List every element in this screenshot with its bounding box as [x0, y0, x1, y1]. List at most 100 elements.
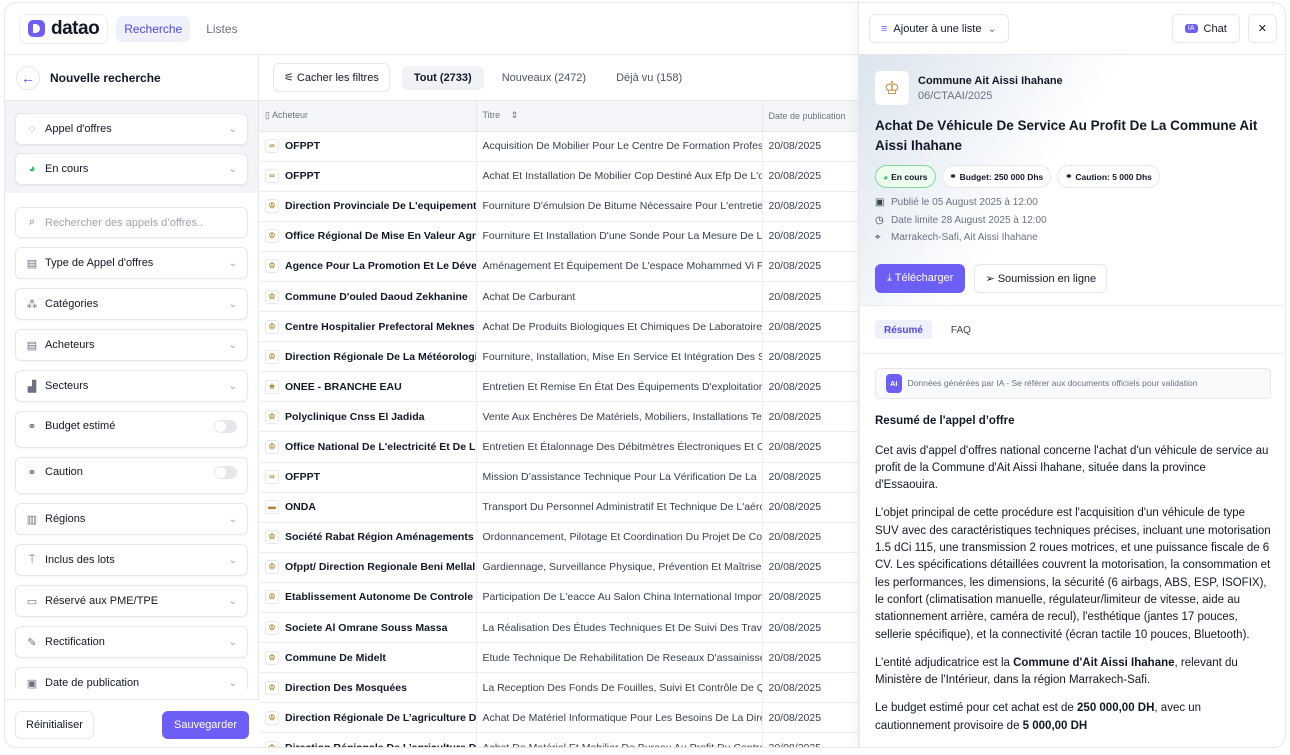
table-row[interactable]: ♔ Agence Pour La Promotion Et Le Développ… — [259, 251, 860, 282]
date-cell: 20/08/2025 — [762, 311, 860, 343]
chevron-down-icon: ⌄ — [228, 163, 237, 175]
type-select[interactable]: ◌ Appel d'offres ⌄ — [15, 113, 248, 145]
table-row[interactable]: ♔ Direction Des Mosquées La Reception Des … — [259, 672, 860, 704]
tab-all[interactable]: Tout (2733) — [401, 65, 484, 90]
buyer-name: Centre Hospitalier Prefectoral Meknes — [285, 320, 475, 333]
buyer-cell: ♔ Centre Hospitalier Prefectoral Meknes — [259, 311, 477, 343]
download-button[interactable]: ⤓ Télécharger — [875, 263, 966, 293]
save-button[interactable]: Sauvegarder — [162, 710, 249, 739]
filter-rectification[interactable]: ✎ Rectification ⌄ — [15, 626, 248, 658]
status-pie-icon: ◕ — [883, 171, 889, 182]
filter-date-de-publication[interactable]: ▣ Date de publication ⌄ — [15, 667, 248, 689]
filter-caution[interactable]: ⚭ Caution — [15, 457, 248, 494]
date-cell: 20/08/2025 — [762, 371, 860, 403]
date-cell: 20/08/2025 — [762, 191, 860, 222]
filter-cat-gories[interactable]: ⁂ Catégories ⌄ — [15, 288, 248, 320]
map-pin-icon: ⌖ — [875, 232, 881, 243]
filter-secteurs[interactable]: ▟ Secteurs ⌄ — [15, 370, 248, 402]
toggle-switch[interactable] — [214, 466, 237, 479]
buyer-logo-icon: ♔ — [265, 439, 279, 454]
chevron-down-icon: ⌄ — [228, 595, 237, 607]
column-header-title[interactable]: Titre ⇕ — [476, 101, 763, 132]
coins-icon: ⚭ — [27, 421, 37, 433]
nav-tab-listes[interactable]: Listes — [198, 16, 245, 42]
buyer-name: Commune De Midelt — [285, 651, 386, 664]
filter-acheteurs[interactable]: ▤ Acheteurs ⌄ — [15, 329, 248, 361]
hide-filters-button[interactable]: ⚟ Cacher les filtres — [273, 63, 390, 92]
table-row[interactable]: ♔ Commune D'ouled Daoud Zekhanine Achat De… — [259, 281, 860, 313]
title-cell: Achat Et Installation De Mobilier Cop De… — [476, 161, 763, 192]
buyer-name: Direction Des Mosquées — [285, 681, 407, 694]
buyer-header-label: Acheteur — [271, 110, 308, 121]
filter-list: ⌕ Rechercher des appels d’offres.. ▤ Type … — [5, 193, 258, 689]
ai-notice: AI Données générées par IA - Se référer a… — [875, 368, 1271, 400]
filter-r-gions[interactable]: ▥ Régions ⌄ — [15, 503, 248, 535]
text: Le budget estimé pour cet achat est de — [875, 702, 1078, 715]
sort-icon[interactable]: ⇕ — [511, 110, 519, 120]
filter-type-de-appel-d-offres[interactable]: ▤ Type de Appel d'offres ⌄ — [15, 247, 248, 279]
back-arrow-icon[interactable]: ← — [16, 65, 40, 90]
column-header-date[interactable]: Date de publication — [762, 101, 860, 132]
toggle-switch[interactable] — [214, 420, 237, 433]
buyer-name: OFPPT — [285, 470, 321, 483]
logo[interactable]: datao — [19, 13, 109, 44]
table-row[interactable]: ♔ Office National De L'electricité Et De … — [259, 431, 860, 463]
table-row[interactable]: ♔ Direction Régionale De L’agriculture De… — [259, 702, 860, 734]
table-row[interactable]: ♔ Centre Hospitalier Prefectoral Meknes Ac… — [259, 311, 860, 343]
pencil-icon: ✎ — [27, 636, 37, 649]
table-row[interactable]: ★ ONEE - BRANCHE EAU Entretien Et Remise E… — [259, 371, 860, 403]
results-toolbar: ⚟ Cacher les filtres Tout (2733) Nouveau… — [259, 55, 859, 101]
table-row[interactable]: ♔ Etablissement Autonome De Controle Et Pa… — [259, 582, 860, 614]
budget-badge: ⚭ Budget: 250 000 Dhs — [941, 165, 1052, 188]
table-row[interactable]: ♔ Ofppt/ Direction Regionale Beni Mellal G… — [259, 552, 860, 583]
table-row[interactable]: ♔ Polyclinique Cnss El Jadida Vente Aux En… — [259, 401, 860, 433]
table-row[interactable]: ♔ Direction Régionale De L’agriculture De… — [259, 732, 860, 747]
table-row[interactable]: ∞ OFPPT Acquisition De Mobilier Pour Le Ce… — [259, 131, 860, 162]
buyer-logo-icon: ♔ — [265, 560, 279, 575]
table-row[interactable]: ♔ Commune De Midelt Etude Technique De Reh… — [259, 642, 860, 674]
table-row[interactable]: ♔ Société Rabat Région Aménagements Ordonn… — [259, 522, 860, 553]
buyer-cell: ♔ Agence Pour La Promotion Et Le Développ… — [259, 251, 477, 282]
buyer-cell: ♔ Direction Régionale De L’agriculture De — [259, 702, 477, 734]
summary-paragraph: L’objet principal de cette procédure est… — [875, 507, 1271, 641]
reset-button[interactable]: Réinitialiser — [15, 710, 94, 739]
app-window: datao Recherche Listes ← Nouvelle recherc… — [4, 2, 1286, 748]
table-row[interactable]: ♔ Direction Régionale De La Météorologie F… — [259, 341, 860, 373]
status-badge: ◕ En cours — [875, 165, 936, 188]
status-select[interactable]: ◕ En cours ⌄ — [15, 153, 248, 185]
tab-faq[interactable]: FAQ — [942, 320, 980, 339]
table-row[interactable]: ♔ Office Régional De Mise En Valeur Agric… — [259, 221, 860, 252]
submit-label: Soumission en ligne — [997, 272, 1097, 285]
coins-icon: ⚭ — [949, 171, 957, 181]
filter-inclus-des-lots[interactable]: ⍑ Inclus des lots ⌄ — [15, 544, 248, 576]
search-input[interactable]: ⌕ Rechercher des appels d’offres.. — [15, 207, 248, 238]
column-header-buyer[interactable]: ▯ Acheteur — [259, 101, 477, 132]
buyer-cell: ♔ Office Régional De Mise En Valeur Agric… — [259, 221, 477, 252]
tab-resume[interactable]: Résumé — [875, 320, 932, 339]
close-icon: ✕ — [1257, 23, 1267, 35]
table-row[interactable]: ∞ OFPPT Mission D’assistance Technique Pou… — [259, 462, 860, 493]
filter-r-serv-aux-pme-tpe[interactable]: ▭ Réservé aux PME/TPE ⌄ — [15, 585, 248, 617]
tender-summary-header: ♔ Commune Ait Aissi Ihahane 06/CTAAI/2025 … — [859, 55, 1285, 306]
nav-tab-recherche[interactable]: Recherche — [116, 15, 191, 42]
calendar-icon: ▣ — [875, 197, 885, 208]
ai-badge: AI — [886, 374, 902, 394]
caution-amount: 5 000,00 DH — [1022, 719, 1088, 732]
filter-budget-estim-[interactable]: ⚭ Budget estimé — [15, 411, 248, 448]
tab-new[interactable]: Nouveaux (2472) — [490, 66, 598, 90]
table-row[interactable]: ♔ Direction Provinciale De L'equipement, F… — [259, 191, 860, 222]
add-to-list-button[interactable]: ≡ Ajouter à une liste ⌄ — [869, 14, 1009, 43]
buyer-cell: ♔ Commune D'ouled Daoud Zekhanine — [259, 281, 477, 313]
online-submission-button[interactable]: ➢ Soumission en ligne — [974, 263, 1108, 293]
detail-header: ≡ Ajouter à une liste ⌄ IA Chat ✕ — [859, 3, 1285, 55]
brand-name: datao — [51, 17, 100, 39]
buyer-logo-icon: ♔ — [265, 349, 279, 364]
tab-seen[interactable]: Déjà vu (158) — [604, 66, 694, 90]
title-header-label: Titre — [482, 110, 501, 121]
close-button[interactable]: ✕ — [1247, 14, 1277, 43]
table-row[interactable]: ∞ OFPPT Achat Et Installation De Mobilier … — [259, 161, 860, 192]
buyer-logo-icon: ♔ — [265, 289, 279, 304]
table-row[interactable]: ▬ ONDA Transport Du Personnel Administrati… — [259, 492, 860, 523]
chat-button[interactable]: IA Chat — [1171, 14, 1240, 43]
table-row[interactable]: ♔ Societe Al Omrane Souss Massa La Réalisa… — [259, 612, 860, 644]
